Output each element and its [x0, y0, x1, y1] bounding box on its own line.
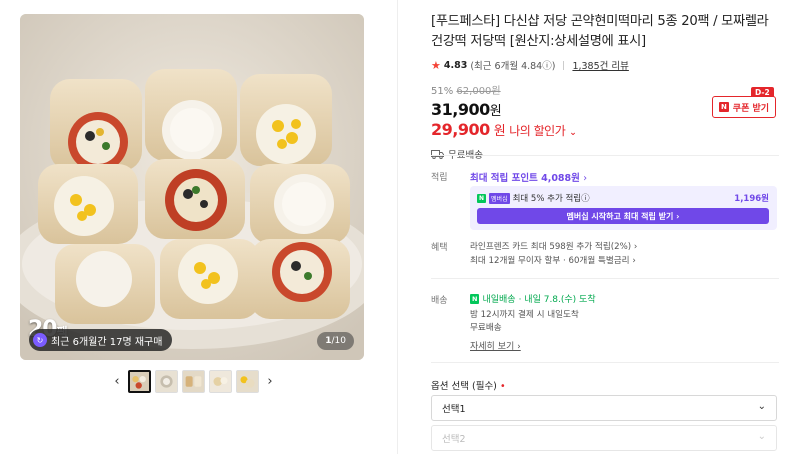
- required-mark: •: [499, 381, 506, 392]
- rating-row: ★ 4.83 (최근 6개월 4.84ⓘ) 1,385건 리뷰: [431, 58, 779, 73]
- delivery-label: 배송: [431, 296, 448, 306]
- product-main-image[interactable]: 20팩 ↻ 최근 6개월간 17명 재구매 1/10: [20, 14, 364, 360]
- membership-amount: 1,196원: [734, 194, 769, 204]
- shipping-row: 무료배송: [431, 147, 779, 161]
- review-count-link[interactable]: 1,385건 리뷰: [572, 58, 628, 72]
- thumbnail-3[interactable]: [182, 370, 205, 393]
- shipping-text: 무료배송: [448, 147, 483, 161]
- section-divider: [431, 155, 779, 156]
- chevron-down-icon: ⌄: [569, 128, 577, 138]
- card-benefit-link[interactable]: 라인프렌즈 카드 최대 598원 추가 적립(2%) ›: [470, 240, 637, 252]
- repurchase-text: 최근 6개월간 17명 재구매: [51, 336, 163, 348]
- truck-icon: [431, 149, 444, 159]
- section-divider: [431, 362, 779, 363]
- membership-info: N 멤버십 최대 5% 추가 적립ⓘ: [477, 192, 590, 204]
- thumbnail-1[interactable]: [128, 370, 151, 393]
- option-select-2[interactable]: 선택2 ⌄: [431, 425, 777, 451]
- rice-cake-photo: [20, 14, 364, 360]
- option-label: 옵션 선택 (필수) •: [431, 381, 506, 392]
- original-price: 62,000원: [456, 86, 501, 97]
- delivery-cutoff-text: 밤 12시까지 결제 시 내일도착: [470, 310, 579, 320]
- thumbnail-2[interactable]: [155, 370, 178, 393]
- naver-n-icon: N: [477, 193, 487, 203]
- repurchase-icon: ↻: [33, 333, 47, 347]
- discount-percent: 51%: [431, 86, 454, 97]
- start-membership-button[interactable]: 멤버십 시작하고 최대 적립 받기 ›: [477, 208, 769, 224]
- max-points-link[interactable]: 최대 적립 포인트 4,088원 ›: [470, 170, 587, 184]
- section-divider: [431, 278, 779, 279]
- thumbnail-5[interactable]: [236, 370, 259, 393]
- installment-benefit-link[interactable]: 최대 12개월 무이자 할부 · 60개월 특별금리 ›: [470, 254, 636, 266]
- thumbnail-next-button[interactable]: ›: [263, 371, 277, 393]
- option-select-1[interactable]: 선택1 ⌄: [431, 395, 777, 421]
- tomorrow-delivery-tag: 내일배송: [482, 295, 516, 305]
- membership-tag: 멤버십: [489, 192, 510, 204]
- star-icon: ★: [431, 58, 441, 72]
- points-label: 적립: [431, 173, 448, 183]
- thumbnail-4[interactable]: [209, 370, 232, 393]
- column-divider: [397, 0, 398, 454]
- delivery-fee-text: 무료배송: [470, 323, 502, 333]
- membership-box: N 멤버십 최대 5% 추가 적립ⓘ 1,196원 멤버십 시작하고 최대 적립…: [470, 186, 777, 230]
- discount-row: 51% 62,000원: [431, 82, 779, 97]
- image-page-indicator: 1/10: [317, 332, 354, 350]
- thumbnail-strip: ‹ ›: [110, 370, 277, 393]
- coupon-button[interactable]: N 쿠폰 받기: [712, 96, 776, 118]
- chevron-down-icon: ⌄: [757, 431, 766, 442]
- my-discount-price[interactable]: 29,900 원 나의 할인가 ⌄: [431, 120, 779, 139]
- thumbnail-prev-button[interactable]: ‹: [110, 371, 124, 393]
- product-info-panel: [푸드페스타] 다신샵 저당 곤약현미떡마리 5종 20팩 / 모짜렐라 건강떡…: [431, 12, 779, 161]
- delivery-detail-link[interactable]: 자세히 보기 ›: [470, 339, 521, 352]
- delivery-info: N 내일배송 · 내일 7.8.(수) 도착: [470, 292, 596, 305]
- benefit-label: 혜택: [431, 243, 448, 253]
- my-discount-label: 나의 할인가: [509, 124, 566, 138]
- product-title: [푸드페스타] 다신샵 저당 곤약현미떡마리 5종 20팩 / 모짜렐라 건강떡…: [431, 14, 769, 49]
- membership-text: 최대 5% 추가 적립ⓘ: [512, 194, 590, 204]
- chevron-down-icon: ⌄: [757, 401, 766, 412]
- naver-n-icon: N: [718, 102, 729, 112]
- rating-detail[interactable]: (최근 6개월 4.84ⓘ): [470, 58, 555, 72]
- rating-score: 4.83: [443, 59, 468, 71]
- repurchase-badge: ↻ 최근 6개월간 17명 재구매: [29, 329, 173, 351]
- rating-separator: [563, 60, 565, 70]
- naver-n-icon: N: [470, 293, 480, 304]
- delivery-date: · 내일 7.8.(수) 도착: [518, 295, 596, 305]
